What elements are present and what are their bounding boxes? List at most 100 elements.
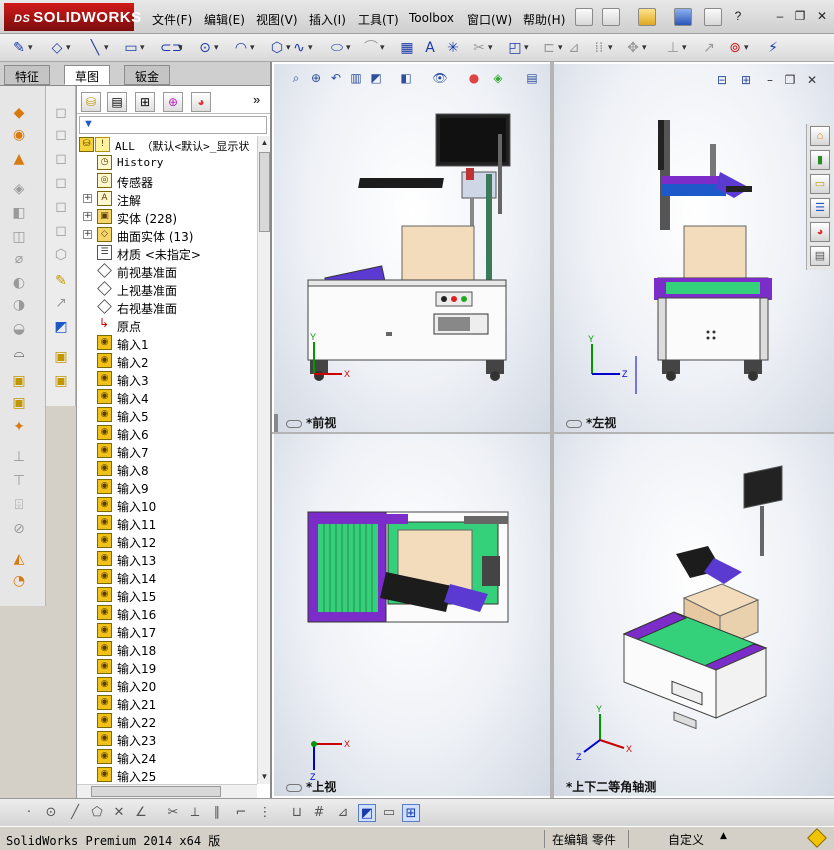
tree-solid-bodies[interactable]: + ▣ 实体 (228) — [77, 208, 257, 226]
wrap-icon[interactable]: ⌹ — [10, 496, 28, 514]
configuration-manager-tab-icon[interactable]: ⊞ — [135, 92, 155, 112]
ellipse-icon[interactable]: ⬭ — [328, 39, 346, 57]
resources-icon[interactable]: ▮ — [810, 150, 830, 170]
mirror-icon[interactable]: ⊿ — [565, 39, 583, 57]
circle-tool-icon[interactable]: ⊙ — [42, 804, 60, 822]
tree-import-feature[interactable]: ◉输入16 — [77, 604, 257, 622]
tree-root[interactable]: ⛁ ! ALL （默认<默认>_显示状 — [77, 136, 257, 154]
point-tool-icon[interactable]: · — [20, 804, 38, 822]
view-single-icon[interactable]: ◩ — [358, 804, 376, 822]
tab-sketch[interactable]: 草图 — [64, 65, 110, 85]
sketch-icon[interactable]: ✎ — [10, 39, 28, 57]
feature-tree-tab-icon[interactable]: ⛁ — [81, 92, 101, 112]
view-two-icon[interactable]: ▭ — [380, 804, 398, 822]
close-button[interactable]: ✕ — [814, 9, 830, 23]
tree-import-feature[interactable]: ◉输入8 — [77, 460, 257, 478]
dimxpert-tab-icon[interactable]: ⊕ — [163, 92, 183, 112]
tree-import-feature[interactable]: ◉输入14 — [77, 568, 257, 586]
solidworks-logo[interactable]: DSSOLIDWORKS — [4, 3, 134, 31]
menu-edit[interactable]: 编辑(E) — [204, 11, 245, 28]
angle-tool-icon[interactable]: ∠ — [132, 804, 150, 822]
close-view-icon[interactable]: ✕ — [804, 72, 820, 88]
tree-import-feature[interactable]: ◉输入7 — [77, 442, 257, 460]
quick-snaps-icon[interactable]: ⊚ — [726, 39, 744, 57]
instant3d-icon[interactable]: ◩ — [52, 318, 70, 336]
tree-front-plane[interactable]: 前视基准面 — [77, 262, 257, 280]
tab-features[interactable]: 特征 — [4, 65, 50, 85]
tree-right-plane[interactable]: 右视基准面 — [77, 298, 257, 316]
top-view-model[interactable]: X Z — [274, 434, 550, 796]
tree-vertical-scrollbar[interactable]: ▲ ▼ — [257, 136, 271, 784]
polygon-icon[interactable]: ⬡ — [268, 39, 286, 57]
dimension-tool-icon[interactable]: ⊔ — [288, 804, 306, 822]
tree-import-feature[interactable]: ◉输入20 — [77, 676, 257, 694]
reference-geometry-icon[interactable]: ◔ — [10, 572, 28, 590]
tree-annotations[interactable]: + A 注解 — [77, 190, 257, 208]
menu-view[interactable]: 视图(V) — [256, 11, 298, 28]
chamfer-icon[interactable]: ▣ — [10, 372, 28, 390]
box-icon-7[interactable]: ⬡ — [52, 246, 70, 264]
help-icon[interactable]: ? — [730, 9, 746, 23]
tree-import-feature[interactable]: ◉输入13 — [77, 550, 257, 568]
tree-import-feature[interactable]: ◉输入6 — [77, 424, 257, 442]
sensor-command-icon[interactable]: ▣ — [52, 372, 70, 390]
menu-insert[interactable]: 插入(I) — [309, 11, 346, 28]
menu-window[interactable]: 窗口(W) — [467, 11, 512, 28]
tree-horizontal-scrollbar[interactable] — [77, 784, 257, 798]
box-icon-2[interactable]: ◻ — [52, 126, 70, 144]
corner-tool-icon[interactable]: ⌐ — [232, 804, 250, 822]
restore-view-icon[interactable]: ❐ — [782, 72, 798, 88]
tree-import-feature[interactable]: ◉输入24 — [77, 748, 257, 766]
box-icon-3[interactable]: ◻ — [52, 150, 70, 168]
trim-icon[interactable]: ✂ — [470, 39, 488, 57]
scroll-thumb[interactable] — [91, 786, 221, 797]
extend-tool-icon[interactable]: ⟂ — [186, 804, 204, 822]
sketch-edit-icon[interactable]: ✎ — [52, 272, 70, 290]
offset-icon[interactable]: ⊏ — [540, 39, 558, 57]
viewport-layout-icon[interactable]: ⊟ — [714, 72, 730, 88]
tree-import-feature[interactable]: ◉输入3 — [77, 370, 257, 388]
minimize-view-icon[interactable]: – — [762, 72, 778, 88]
revolved-cut-icon[interactable]: ◐ — [10, 274, 28, 292]
point-icon[interactable]: ✳ — [444, 39, 462, 57]
units-dropdown-icon[interactable]: ▲ — [720, 831, 727, 841]
parallel-tool-icon[interactable]: ∥ — [208, 804, 226, 822]
tree-import-feature[interactable]: ◉输入17 — [77, 622, 257, 640]
box-icon-4[interactable]: ◻ — [52, 174, 70, 192]
tree-top-plane[interactable]: 上视基准面 — [77, 280, 257, 298]
cross-tool-icon[interactable]: ✕ — [110, 804, 128, 822]
dome-icon[interactable]: ⊤ — [10, 472, 28, 490]
zoom-to-fit-icon[interactable]: ⌕ — [288, 70, 304, 86]
scroll-thumb[interactable] — [259, 152, 270, 232]
display-style-icon[interactable]: ◧ — [398, 70, 414, 86]
menu-tools[interactable]: 工具(T) — [358, 11, 399, 28]
fillet-feature-icon[interactable]: ⌓ — [10, 344, 28, 362]
restore-button[interactable]: ❐ — [792, 9, 808, 23]
tree-import-feature[interactable]: ◉输入15 — [77, 586, 257, 604]
midpoint-tool-icon[interactable]: ⋮ — [256, 804, 274, 822]
link-views-icon[interactable] — [566, 420, 582, 428]
split-line-icon[interactable]: ↗ — [52, 294, 70, 312]
rib-icon[interactable]: ▣ — [10, 394, 28, 412]
tree-filter-input[interactable]: ▼ — [79, 116, 267, 134]
tree-sensors[interactable]: ◎ 传感器 — [77, 172, 257, 190]
rebuild-tag-icon[interactable] — [807, 828, 827, 848]
plane-icon[interactable]: ▦ — [398, 39, 416, 57]
hole-wizard-icon[interactable]: ⌀ — [10, 250, 28, 268]
expand-icon[interactable]: + — [83, 212, 92, 221]
repair-sketch-icon[interactable]: ↗ — [700, 39, 718, 57]
section-view-icon[interactable]: ▥ — [348, 70, 364, 86]
draft-icon[interactable]: ⊥ — [10, 448, 28, 466]
box-icon-6[interactable]: ◻ — [52, 222, 70, 240]
tree-history[interactable]: ◷ History — [77, 154, 257, 172]
smart-dimension-icon[interactable]: ◇ — [48, 39, 66, 57]
tree-import-feature[interactable]: ◉输入4 — [77, 388, 257, 406]
move-entities-icon[interactable]: ✥ — [624, 39, 642, 57]
tree-import-feature[interactable]: ◉输入25 — [77, 766, 257, 784]
lofted-boss-icon[interactable]: ◈ — [10, 180, 28, 198]
menu-file[interactable]: 文件(F) — [152, 11, 192, 28]
front-view-model[interactable]: Y X — [274, 64, 550, 432]
scene-icon[interactable]: ◈ — [490, 70, 506, 86]
boundary-boss-icon[interactable]: ◧ — [10, 204, 28, 222]
relation-tool-icon[interactable]: ⊿ — [334, 804, 352, 822]
